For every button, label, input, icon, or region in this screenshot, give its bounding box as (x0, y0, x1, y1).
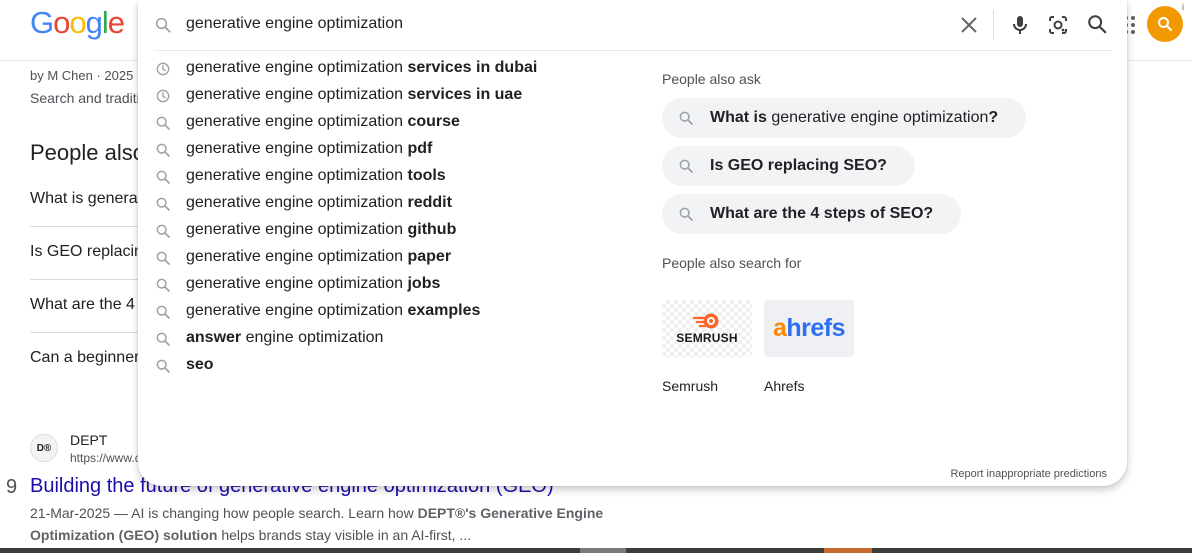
search-icon[interactable] (1086, 13, 1108, 35)
suggestion-text: generative engine optimization reddit (186, 194, 452, 211)
suggestion-item[interactable]: generative engine optimization services … (138, 55, 638, 82)
suggestion-item[interactable]: generative engine optimization tools (138, 163, 638, 190)
suggestion-item[interactable]: generative engine optimization examples (138, 298, 638, 325)
camera-lens-icon[interactable] (1046, 13, 1070, 37)
search-icon (155, 250, 171, 266)
entity-label[interactable]: Ahrefs (764, 378, 804, 394)
suggestion-text: generative engine optimization examples (186, 302, 481, 319)
history-icon (155, 88, 171, 104)
paa-question[interactable]: What are the 4 (30, 296, 135, 314)
site-favicon[interactable]: D® (30, 434, 58, 462)
microphone-icon[interactable] (1008, 13, 1032, 37)
entity-label[interactable]: Semrush (662, 378, 718, 394)
search-icon (679, 207, 693, 221)
divider (993, 10, 994, 40)
divider (30, 279, 150, 280)
people-also-ask-heading: People also (30, 140, 145, 165)
paa-question[interactable]: What is generat (30, 190, 142, 208)
paa-question[interactable]: Can a beginner (30, 349, 139, 367)
suggestion-list: generative engine optimization services … (138, 55, 638, 379)
suggestion-text: generative engine optimization jobs (186, 275, 441, 292)
people-also-ask-title: People also ask (662, 71, 761, 87)
history-icon (155, 61, 171, 77)
suggestion-text: generative engine optimization services … (186, 86, 523, 103)
search-icon (155, 331, 171, 347)
search-icon (679, 111, 693, 125)
site-url[interactable]: https://www.c (70, 451, 141, 465)
divider (30, 332, 150, 333)
suggestion-text: generative engine optimization services … (186, 59, 538, 76)
result-byline: by M Chen · 2025 (30, 68, 134, 83)
suggestion-item[interactable]: answer engine optimization (138, 325, 638, 352)
search-box[interactable]: generative engine optimization (138, 0, 1127, 50)
info-icon[interactable]: i (1182, 2, 1184, 12)
suggestion-item[interactable]: generative engine optimization reddit (138, 190, 638, 217)
paa-chip[interactable]: What is generative engine optimization? (662, 98, 1027, 138)
suggestion-text: answer engine optimization (186, 329, 384, 346)
result-number: 9 (6, 476, 18, 498)
search-icon (155, 169, 171, 185)
search-icon (679, 159, 693, 173)
search-icon (155, 115, 171, 131)
search-input[interactable]: generative engine optimization (186, 15, 403, 33)
paa-question[interactable]: Is GEO replacin (30, 243, 143, 261)
suggestion-text: generative engine optimization pdf (186, 140, 433, 157)
suggestion-item[interactable]: generative engine optimization services … (138, 82, 638, 109)
suggestion-text: seo (186, 356, 214, 373)
suggestion-text: generative engine optimization paper (186, 248, 452, 265)
result-snippet-line: Optimization (GEO) solution helps brands… (30, 527, 472, 543)
suggestion-item[interactable]: generative engine optimization pdf (138, 136, 638, 163)
search-icon (1158, 17, 1173, 32)
semrush-logo[interactable]: SEMRUSH (662, 300, 752, 357)
result-snippet: Search and traditi (30, 90, 140, 106)
site-name[interactable]: DEPT (70, 432, 107, 448)
suggestion-item[interactable]: seo (138, 352, 638, 379)
ahrefs-logo[interactable]: ahrefs (764, 300, 854, 357)
avatar[interactable] (1147, 6, 1183, 42)
suggestion-item[interactable]: generative engine optimization jobs (138, 271, 638, 298)
paa-chip[interactable]: What are the 4 steps of SEO? (662, 194, 962, 234)
suggestion-text: generative engine optimization course (186, 113, 460, 130)
semrush-flame-icon (692, 313, 719, 329)
suggestion-text: generative engine optimization tools (186, 167, 446, 184)
search-icon (155, 17, 171, 33)
result-snippet-line: 21-Mar-2025 — AI is changing how people … (30, 505, 604, 521)
search-autocomplete-panel: generative engine optimization generativ… (138, 0, 1127, 486)
paa-chip[interactable]: Is GEO replacing SEO? (662, 146, 915, 186)
search-icon (155, 358, 171, 374)
search-icon (155, 142, 171, 158)
search-icon (155, 304, 171, 320)
people-also-search-for-title: People also search for (662, 255, 802, 271)
search-icon (155, 277, 171, 293)
suggestion-item[interactable]: generative engine optimization course (138, 109, 638, 136)
close-icon[interactable] (958, 14, 980, 36)
divider (30, 226, 150, 227)
report-predictions-link[interactable]: Report inappropriate predictions (950, 468, 1107, 480)
divider (154, 50, 1112, 51)
search-icon (155, 223, 171, 239)
google-logo[interactable]: Google (30, 5, 125, 41)
search-icon (155, 196, 171, 212)
suggestion-item[interactable]: generative engine optimization paper (138, 244, 638, 271)
suggestion-text: generative engine optimization github (186, 221, 457, 238)
suggestion-item[interactable]: generative engine optimization github (138, 217, 638, 244)
taskbar-strip (0, 548, 1192, 553)
